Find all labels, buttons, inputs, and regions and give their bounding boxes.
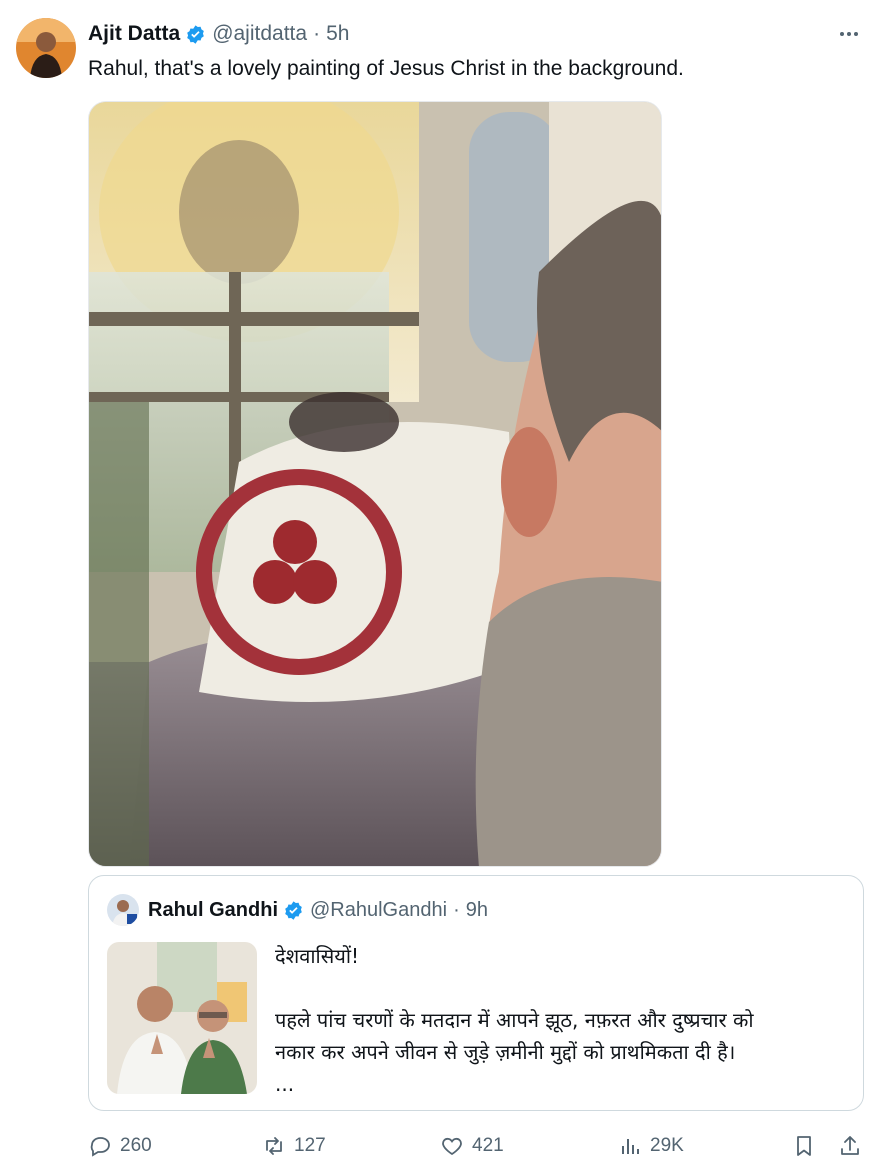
quoted-tweet[interactable]: Rahul Gandhi @RahulGandhi · 9h देशवासियो… [88, 875, 864, 1111]
tweet-text: Rahul, that's a lovely painting of Jesus… [88, 57, 684, 80]
author-handle[interactable]: @ajitdatta [212, 22, 307, 46]
quoted-author-name[interactable]: Rahul Gandhi [148, 899, 278, 922]
tweet-time[interactable]: 5h [326, 22, 349, 46]
tweet-header: Ajit Datta @ajitdatta · 5h [88, 20, 349, 48]
separator-dot: · [453, 898, 460, 921]
bookmark-button[interactable] [792, 1126, 824, 1166]
views-icon [622, 1139, 639, 1154]
repost-count: 127 [294, 1135, 326, 1156]
views-button[interactable]: 29K [618, 1126, 684, 1166]
like-count: 421 [472, 1135, 504, 1156]
author-name[interactable]: Ajit Datta [88, 22, 180, 46]
repost-button[interactable]: 127 [262, 1126, 326, 1166]
quoted-tweet-photo[interactable] [107, 942, 257, 1094]
quoted-line-3: नकार कर अपने जीवन से जुड़े ज़मीनी मुद्दो… [275, 1040, 736, 1064]
reply-icon [90, 1137, 110, 1157]
quoted-tweet-header: Rahul Gandhi @RahulGandhi · 9h [107, 894, 488, 926]
share-button[interactable] [838, 1126, 870, 1166]
verified-badge-icon [283, 900, 304, 921]
bookmark-icon [797, 1136, 811, 1156]
quoted-line-2: पहले पांच चरणों के मतदान में आपने झूठ, न… [275, 1008, 754, 1032]
heart-icon [442, 1137, 462, 1156]
quoted-author-handle[interactable]: @RahulGandhi [310, 899, 447, 922]
separator-dot: · [313, 22, 321, 45]
reply-button[interactable]: 260 [88, 1126, 152, 1166]
quoted-tweet-text: देशवासियों! पहले पांच चरणों के मतदान में… [275, 940, 835, 1100]
tweet-photo[interactable] [88, 101, 662, 867]
more-dots-icon[interactable] [834, 20, 864, 48]
share-icon [841, 1136, 859, 1155]
like-button[interactable]: 421 [440, 1126, 504, 1166]
repost-icon [266, 1137, 282, 1155]
author-avatar[interactable] [16, 18, 76, 78]
quoted-line-4: ... [275, 1072, 295, 1096]
quoted-tweet-time[interactable]: 9h [466, 899, 488, 922]
quoted-line-1: देशवासियों! [275, 944, 360, 968]
reply-count: 260 [120, 1135, 152, 1156]
quoted-author-avatar[interactable] [107, 894, 139, 926]
verified-badge-icon [185, 24, 206, 45]
views-count: 29K [650, 1135, 684, 1156]
action-bar: 260 127 421 29K [88, 1126, 864, 1166]
